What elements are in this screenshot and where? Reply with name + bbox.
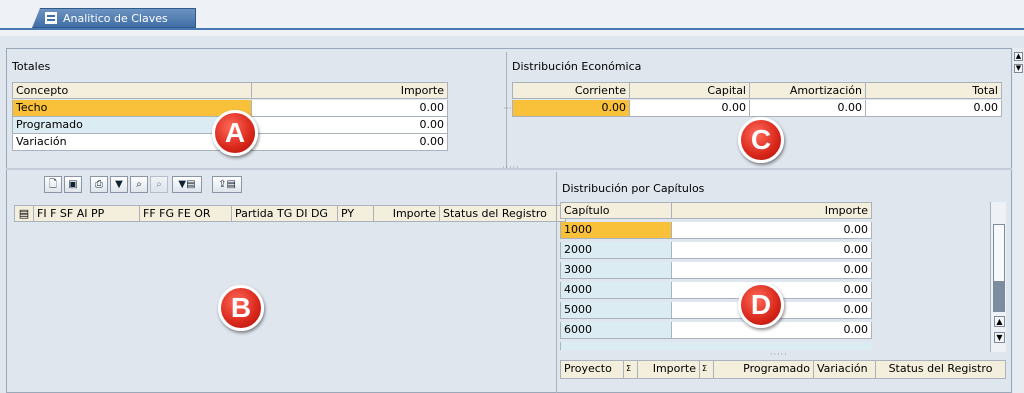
claves-header-status[interactable]: Status del Registro [440,205,566,222]
proyecto-header-proyecto[interactable]: Proyecto [560,360,624,379]
dist-eco-corriente-value[interactable]: 0.00 [512,100,630,117]
dist-eco-amortizacion-value[interactable]: 0.00 [750,100,866,117]
filter-menu-icon[interactable]: ▼▤ [172,176,202,193]
totales-row-techo-importe[interactable]: 0.00 [252,100,448,117]
distribucion-economica-grid: Corriente Capital Amortización Total 0.0… [512,82,1002,122]
totales-row-variacion-importe[interactable]: 0.00 [252,134,448,151]
capitulos-row-2000[interactable]: 2000 [560,242,672,259]
dist-eco-total-value[interactable]: 0.00 [866,100,1002,117]
splitter-grip[interactable]: ⋮ [503,104,512,113]
capitulos-row-3000-importe[interactable]: 0.00 [672,262,872,279]
totales-title: Totales [12,60,51,73]
proyecto-header-importe[interactable]: Importe [638,360,700,379]
grid-settings-icon[interactable]: ▤ [14,205,34,222]
sum-icon-2[interactable]: Σ [700,360,714,379]
claves-header-importe[interactable]: Importe [374,205,440,222]
bottom-vertical-splitter[interactable] [556,172,557,393]
claves-header-py[interactable]: PY [338,205,374,222]
claves-header-fi[interactable]: FI F SF AI PP [34,205,140,222]
dist-eco-header-capital[interactable]: Capital [630,82,750,99]
find-icon[interactable]: ⌕ [130,176,148,193]
capitulos-row-1000-importe[interactable]: 0.00 [672,222,872,239]
scroll-up-icon[interactable]: ▲ [1014,52,1023,61]
dist-eco-capital-value[interactable]: 0.00 [630,100,750,117]
capitulos-scroll-up-icon[interactable]: ▲ [994,316,1005,327]
tab-underline [0,28,1024,30]
marker-d: D [738,282,784,328]
capitulos-row-3000[interactable]: 3000 [560,262,672,279]
proyecto-header-status[interactable]: Status del Registro [876,360,1006,379]
capitulos-scrollbar[interactable]: ▲ ▼ [990,202,1006,352]
claves-header-partida[interactable]: Partida TG DI DG [232,205,338,222]
capitulos-row-2000-importe[interactable]: 0.00 [672,242,872,259]
sum-icon[interactable]: Σ [624,360,638,379]
right-splitter-grip[interactable]: ····· [770,350,788,359]
capitulos-header-importe[interactable]: Importe [672,202,872,219]
capitulos-scroll-track[interactable] [993,224,1005,282]
tab-label: Analitico de Claves [63,11,168,25]
marker-c: C [738,117,784,163]
scroll-down-icon[interactable]: ▼ [1014,64,1023,73]
horizontal-splitter-grip[interactable]: ····· [502,163,520,172]
outer-scrollbar[interactable]: ▲ ▼ [1013,48,1024,393]
find-next-icon[interactable]: ⌕ [150,176,168,193]
dist-eco-header-total[interactable]: Total [866,82,1002,99]
capitulos-header-capitulo[interactable]: Capítulo [560,202,672,219]
export-menu-icon[interactable]: ⇪▤ [212,176,242,193]
capitulos-scroll-thumb[interactable] [993,282,1005,312]
capitulos-row-4000[interactable]: 4000 [560,282,672,299]
proyecto-grid-header: Proyecto Σ Importe Σ Programado Variació… [560,360,1006,379]
filter-icon[interactable]: ▼ [110,176,128,193]
totales-header-importe[interactable]: Importe [252,82,448,99]
marker-b: B [218,285,264,331]
claves-header-ff[interactable]: FF FG FE OR [140,205,232,222]
save-local-icon[interactable]: ▣ [64,176,82,193]
proyecto-header-programado[interactable]: Programado [714,360,814,379]
capitulos-grid: Capítulo Importe 1000 0.00 2000 0.00 300… [560,202,990,357]
list-icon [45,12,57,24]
totales-row-programado-importe[interactable]: 0.00 [252,117,448,134]
capitulos-row-6000[interactable]: 6000 [560,322,672,339]
proyecto-header-variacion[interactable]: Variación [814,360,876,379]
distribucion-economica-title: Distribución Económica [512,60,642,73]
capitulos-row-1000[interactable]: 1000 [560,222,672,239]
capitulos-row-5000[interactable]: 5000 [560,302,672,319]
capitulos-title: Distribución por Capítulos [562,182,705,195]
capitulos-scroll-down-icon[interactable]: ▼ [994,332,1005,343]
claves-grid-header: ▤ FI F SF AI PP FF FG FE OR Partida TG D… [14,205,566,223]
totales-row-techo-concepto[interactable]: Techo [12,100,252,117]
dist-eco-header-corriente[interactable]: Corriente [512,82,630,99]
capitulos-row-partial [560,342,872,350]
totales-header-concepto[interactable]: Concepto [12,82,252,99]
dist-eco-header-amortizacion[interactable]: Amortización [750,82,866,99]
marker-a: A [212,110,258,156]
new-document-icon[interactable]: 🗋 [44,176,62,193]
print-icon[interactable]: ⎙ [90,176,108,193]
tab-analitico-de-claves[interactable]: Analitico de Claves [32,8,196,28]
